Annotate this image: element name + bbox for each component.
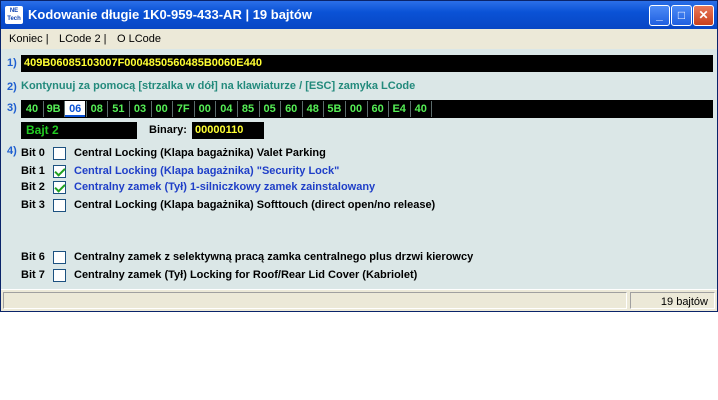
menu-item-about[interactable]: O LCode (117, 33, 161, 45)
byte-cell[interactable]: 9B (44, 101, 64, 117)
coding-string-field[interactable]: 409B06085103007F0004850560485B0060E440 (21, 55, 713, 72)
binary-value: 00000110 (192, 122, 264, 139)
byte-cell[interactable]: E4 (389, 101, 409, 117)
byte-number-label: Bajt 2 (21, 122, 137, 139)
byte-cell[interactable]: 7F (173, 101, 193, 117)
bit-checkbox[interactable] (53, 181, 66, 194)
byte-separator (431, 101, 433, 117)
bit-label: Bit 1 (21, 165, 45, 177)
bit-label: Bit 3 (21, 199, 45, 211)
byte-cell[interactable]: 03 (130, 101, 150, 117)
hint-text: Kontynuuj za pomocą [strzalka w dół] na … (21, 80, 416, 92)
row-label-3: 3) (7, 102, 17, 114)
byte-cell[interactable]: 06 (65, 101, 86, 117)
byte-cell[interactable]: 40 (22, 101, 42, 117)
bit-checkbox[interactable] (53, 199, 66, 212)
bit-description: Centralny zamek (Tył) Locking for Roof/R… (74, 269, 418, 281)
app-window: NE Tech Kodowanie długie 1K0-959-433-AR |… (0, 0, 718, 312)
bit-label: Bit 2 (21, 181, 45, 193)
minimize-button[interactable]: _ (649, 5, 670, 26)
byte-cell[interactable]: 00 (346, 101, 366, 117)
menu-item-lcode2[interactable]: LCode 2 | (59, 33, 107, 45)
status-bar: 19 bajtów (1, 289, 717, 311)
status-text: 19 bajtów (660, 296, 708, 308)
byte-cell[interactable]: 60 (281, 101, 301, 117)
main-content: 1) 409B06085103007F0004850560485B0060E44… (1, 49, 717, 289)
row-label-2: 2) (7, 81, 17, 93)
bit-description: Central Locking (Klapa bagażnika) Valet … (74, 147, 326, 159)
bit-description: Central Locking (Klapa bagażnika) Softto… (74, 199, 436, 211)
title-bar[interactable]: NE Tech Kodowanie długie 1K0-959-433-AR |… (1, 1, 717, 29)
bit-label: Bit 0 (21, 147, 45, 159)
bit-checkbox[interactable] (53, 165, 66, 178)
byte-selector: 40 9B 06 08 51 03 00 7F 00 04 85 05 60 48 5B 00 60 E4 40 (21, 100, 713, 118)
byte-cell[interactable]: 04 (216, 101, 236, 117)
byte-cell[interactable]: 00 (195, 101, 215, 117)
app-logo: NE Tech (5, 6, 23, 24)
row-label-1: 1) (7, 57, 17, 69)
status-panel-right: 19 bajtów (630, 292, 715, 309)
byte-cell[interactable]: 48 (303, 101, 323, 117)
bit-checkbox[interactable] (53, 147, 66, 160)
byte-cell[interactable]: 5B (324, 101, 344, 117)
binary-label: Binary: (149, 124, 187, 136)
close-button[interactable]: ✕ (693, 5, 714, 26)
window-title: Kodowanie długie 1K0-959-433-AR | 19 baj… (28, 7, 312, 22)
bit-checkbox[interactable] (53, 251, 66, 264)
bit-description: Central Locking (Klapa bagażnika) "Secur… (74, 165, 340, 177)
bit-checkbox[interactable] (53, 269, 66, 282)
maximize-button[interactable]: □ (671, 5, 692, 26)
byte-cell[interactable]: 40 (411, 101, 431, 117)
byte-cell[interactable]: 85 (238, 101, 258, 117)
row-label-4: 4) (7, 145, 17, 157)
menu-item-koniec[interactable]: Koniec | (9, 33, 49, 45)
bit-label: Bit 7 (21, 269, 45, 281)
byte-cell[interactable]: 08 (87, 101, 107, 117)
status-panel-left (3, 292, 627, 309)
byte-cell[interactable]: 51 (108, 101, 128, 117)
menu-bar: Koniec | LCode 2 | O LCode (1, 29, 717, 49)
byte-cell[interactable]: 05 (260, 101, 280, 117)
bit-description: Centralny zamek z selektywną pracą zamka… (74, 251, 474, 263)
bit-description: Centralny zamek (Tył) 1-silniczkowy zame… (74, 181, 376, 193)
byte-cell[interactable]: 60 (368, 101, 388, 117)
bit-label: Bit 6 (21, 251, 45, 263)
byte-cell[interactable]: 00 (152, 101, 172, 117)
